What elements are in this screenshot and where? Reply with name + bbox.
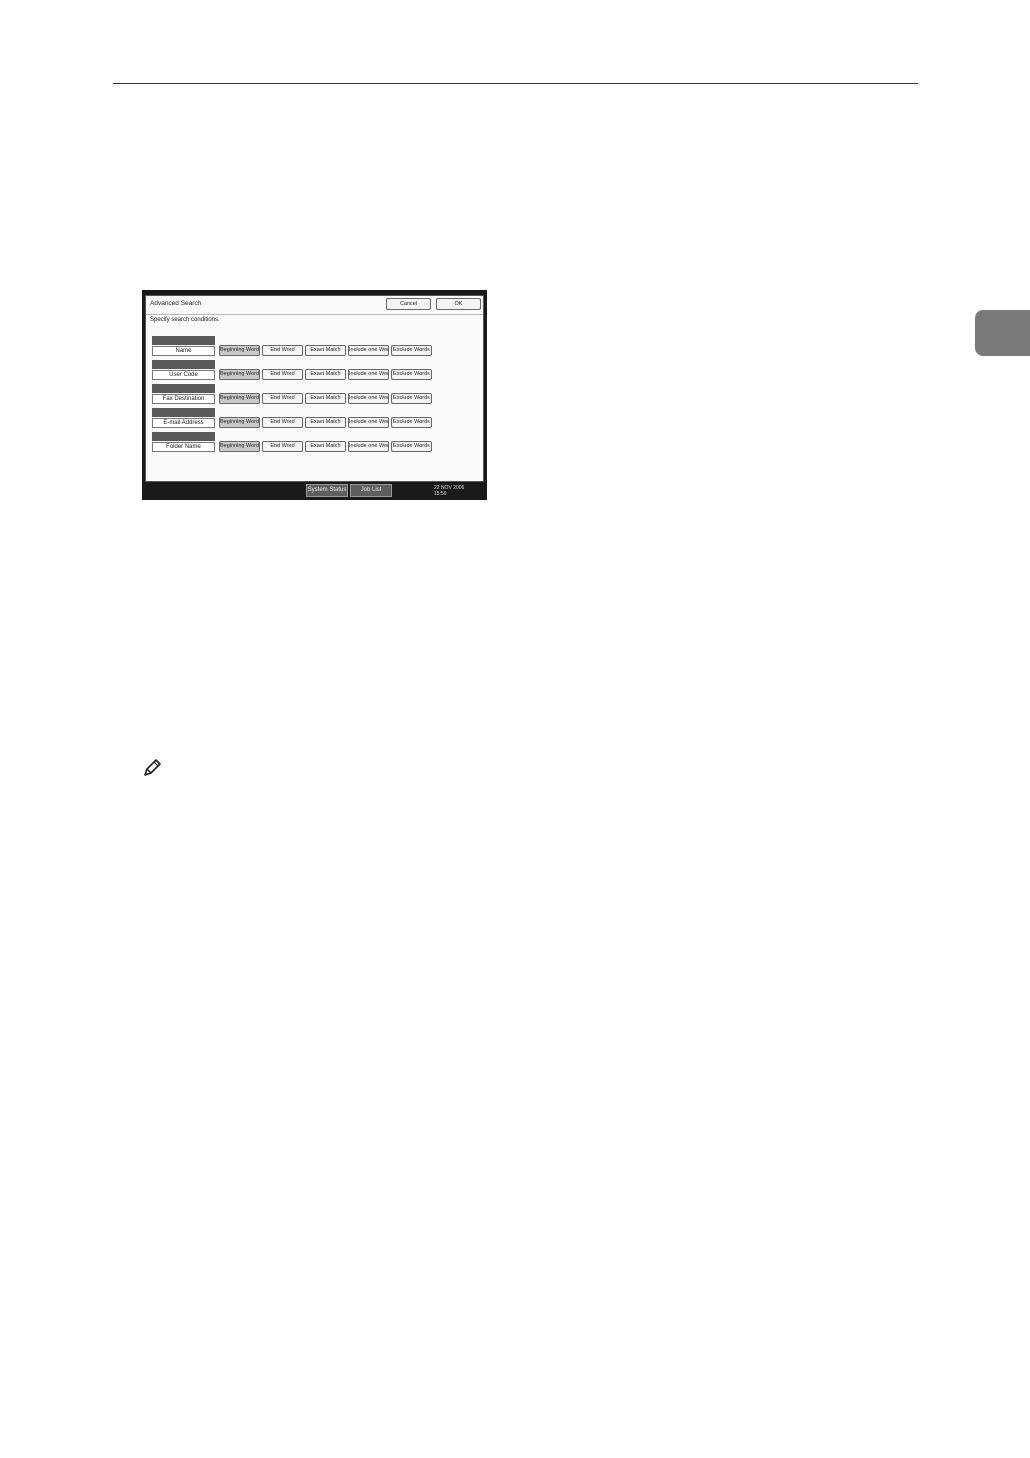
search-row-user-code: User Code Beginning Word End Word Exact … [146,360,483,382]
screen-title: Advanced Search [150,300,202,307]
option-beginning-word[interactable]: Beginning Word [219,417,260,428]
option-include-one-word[interactable]: Include one Word [348,417,389,428]
field-input-bar[interactable] [152,360,215,369]
time-text: 15:59 [434,491,447,497]
option-beginning-word[interactable]: Beginning Word [219,441,260,452]
option-beginning-word[interactable]: Beginning Word [219,345,260,356]
title-bar: Advanced Search Cancel OK [146,296,483,315]
option-include-one-word[interactable]: Include one Word [348,369,389,380]
search-row-email-address: E-mail Address Beginning Word End Word E… [146,408,483,430]
system-status-button[interactable]: System Status [306,484,348,497]
chapter-tab [975,310,1030,356]
option-include-one-word[interactable]: Include one Word [348,441,389,452]
header-rule [113,83,918,84]
option-exclude-words[interactable]: Exclude Words [391,441,432,452]
instruction-text: Specify search conditions. [150,317,220,323]
search-row-name: Name Beginning Word End Word Exact Match… [146,336,483,358]
cancel-button[interactable]: Cancel [386,298,431,310]
field-input-bar[interactable] [152,384,215,393]
job-list-button[interactable]: Job List [350,484,392,497]
option-include-one-word[interactable]: Include one Word [348,345,389,356]
field-button-fax-destination[interactable]: Fax Destination [152,394,215,404]
option-beginning-word[interactable]: Beginning Word [219,369,260,380]
pencil-note-icon [141,757,163,779]
option-end-word[interactable]: End Word [262,417,303,428]
option-exclude-words[interactable]: Exclude Words [391,417,432,428]
advanced-search-screenshot: Advanced Search Cancel OK Specify search… [142,290,487,500]
option-exact-match[interactable]: Exact Match [305,393,346,404]
option-exact-match[interactable]: Exact Match [305,345,346,356]
advanced-search-panel: Advanced Search Cancel OK Specify search… [145,295,484,482]
option-exact-match[interactable]: Exact Match [305,417,346,428]
field-input-bar[interactable] [152,408,215,417]
option-exclude-words[interactable]: Exclude Words [391,393,432,404]
option-end-word[interactable]: End Word [262,369,303,380]
field-input-bar[interactable] [152,336,215,345]
option-include-one-word[interactable]: Include one Word [348,393,389,404]
option-exact-match[interactable]: Exact Match [305,441,346,452]
status-bar: System Status Job List 22 NOV 2006 15:59 [142,483,487,500]
field-button-name[interactable]: Name [152,346,215,356]
field-button-folder-name[interactable]: Folder Name [152,442,215,452]
option-end-word[interactable]: End Word [262,345,303,356]
option-end-word[interactable]: End Word [262,441,303,452]
field-input-bar[interactable] [152,432,215,441]
option-exclude-words[interactable]: Exclude Words [391,345,432,356]
option-end-word[interactable]: End Word [262,393,303,404]
field-button-user-code[interactable]: User Code [152,370,215,380]
option-beginning-word[interactable]: Beginning Word [219,393,260,404]
search-row-folder-name: Folder Name Beginning Word End Word Exac… [146,432,483,454]
search-row-fax-destination: Fax Destination Beginning Word End Word … [146,384,483,406]
clock: 22 NOV 2006 15:59 [434,485,464,497]
field-button-email-address[interactable]: E-mail Address [152,418,215,428]
option-exact-match[interactable]: Exact Match [305,369,346,380]
option-exclude-words[interactable]: Exclude Words [391,369,432,380]
ok-button[interactable]: OK [436,298,481,310]
